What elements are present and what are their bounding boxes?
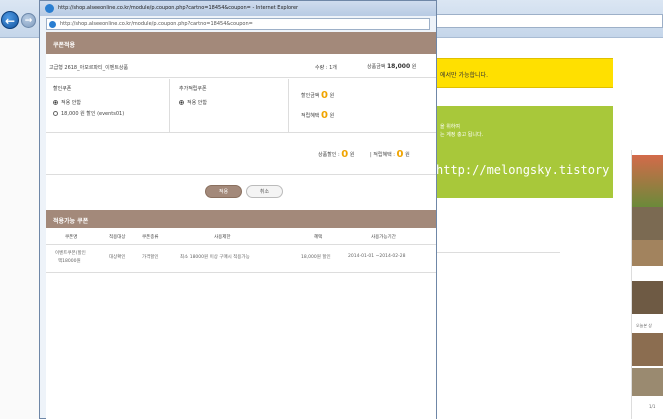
discount-option-events01[interactable]: 18,000 원 할인 (events01)	[53, 110, 124, 117]
ie-icon	[45, 4, 54, 13]
radio-unselected-icon[interactable]	[53, 111, 58, 116]
background-promo-box: 을 위하여 는 계정 충고 됩니다. http://melongsky.tist…	[436, 106, 613, 198]
background-promo-line1: 을 위하여	[440, 124, 460, 130]
discount-coupon-section: 할인쿠폰 적용 안함 18,000 원 할인 (events01)	[46, 79, 170, 133]
window-title-bar[interactable]: http://shop.alseeonline.co.kr/module/p.c…	[40, 1, 436, 16]
extra-option-none[interactable]: 적용 안함	[179, 99, 207, 106]
column-header: 혜택	[314, 235, 323, 240]
page-icon	[49, 21, 56, 28]
price-value: 18,000	[387, 63, 411, 70]
window-title: http://shop.alseeonline.co.kr/module/p.c…	[58, 5, 299, 11]
coupon-benefit: 18,000원 할인	[301, 255, 331, 260]
radio-selected-icon[interactable]	[53, 100, 58, 105]
popup-address-bar[interactable]: http://shop.alseeonline.co.kr/module/p.c…	[46, 18, 430, 30]
coupon-options: 할인쿠폰 적용 안함 18,000 원 할인 (events01) 추가적립쿠폰…	[46, 79, 436, 133]
coupon-target[interactable]: 대상확인	[109, 254, 126, 260]
column-header: 적용대상	[109, 235, 126, 240]
background-notice-banner: 에서만 가능합니다.	[436, 58, 613, 88]
points-benefit-total: | 적립혜택 : 0 원	[370, 149, 410, 160]
cancel-button[interactable]: 취소	[246, 185, 283, 198]
product-discount-value: 0	[341, 149, 349, 160]
price-label: 상품금액	[367, 64, 386, 70]
product-name: 고급형 2618_아모르파티_이벤트상품	[49, 65, 129, 71]
points-amount-value: 0	[321, 110, 328, 121]
apply-button[interactable]: 적용	[205, 185, 242, 198]
coupon-apply-header: 쿠폰적용	[46, 32, 436, 54]
forward-arrow-icon[interactable]: →	[21, 13, 36, 28]
coupon-period: 2014-01-01 ~2014-02-28	[348, 254, 406, 259]
total-summary-row: 상품할인 : 0 원 | 적립혜택 : 0 원	[46, 133, 436, 175]
column-header: 쿠폰종류	[142, 235, 159, 240]
coupon-table-header: 쿠폰명 적용대상 쿠폰종류 사용제한 혜택 사용가능기간	[46, 228, 436, 245]
available-coupons-header: 적용가능 쿠폰	[46, 210, 436, 228]
points-amount: 적립혜택 0 원	[301, 110, 335, 121]
discount-coupon-label: 할인쿠폰	[53, 86, 72, 92]
points-benefit-value: 0	[396, 149, 404, 160]
sidebar-thumbnail[interactable]	[632, 240, 663, 266]
background-address-bar[interactable]	[436, 14, 663, 28]
popup-content: 쿠폰적용 고급형 2618_아모르파티_이벤트상품 수량 : 1개 상품금액 1…	[46, 32, 436, 419]
coupon-restriction: 최소 18000원 이상 구매시 적용가능	[180, 255, 250, 260]
table-row[interactable]: 이벤트쿠폰(할인 액18000원 대상확인 가격할인 최소 18000원 이상 …	[46, 245, 436, 273]
available-coupons-title: 적용가능 쿠폰	[53, 218, 89, 225]
radio-selected-icon[interactable]	[179, 100, 184, 105]
background-panel	[436, 252, 560, 419]
discount-amount-value: 0	[321, 90, 328, 101]
sidebar-recent-label: 오늘본 상	[636, 323, 652, 328]
discount-amount: 할인금액 0 원	[301, 90, 335, 101]
product-quantity: 수량 : 1개	[315, 65, 337, 71]
column-header: 사용가능기간	[371, 235, 396, 240]
coupon-apply-title: 쿠폰적용	[53, 42, 76, 49]
back-arrow-icon[interactable]: ←	[1, 11, 19, 29]
discount-summary-section: 할인금액 0 원 적립혜택 0 원	[289, 79, 436, 133]
discount-option-none[interactable]: 적용 안함	[53, 99, 81, 106]
coupon-popup-window: http://shop.alseeonline.co.kr/module/p.c…	[39, 0, 437, 419]
sidebar-thumbnail[interactable]	[632, 333, 663, 366]
column-header: 쿠폰명	[65, 235, 78, 240]
product-discount-total: 상품할인 : 0 원	[318, 149, 355, 160]
sidebar-page-indicator: 1/1	[649, 404, 656, 409]
column-header: 사용제한	[214, 235, 231, 240]
coupon-name-line1: 이벤트쿠폰(할인	[55, 251, 86, 256]
sidebar-thumbnail[interactable]	[632, 207, 663, 240]
sidebar-thumbnail[interactable]	[632, 281, 663, 314]
sidebar-thumbnail[interactable]	[632, 155, 663, 207]
watermark-url: http://melongsky.tistory	[436, 163, 610, 177]
sidebar-thumbnail[interactable]	[632, 368, 663, 396]
popup-url: http://shop.alseeonline.co.kr/module/p.c…	[60, 21, 253, 27]
extra-coupon-section: 추가적립쿠폰 적용 안함	[170, 79, 289, 133]
coupon-name-line2: 액18000원	[58, 259, 81, 264]
coupon-type: 가격할인	[142, 255, 159, 260]
extra-coupon-label: 추가적립쿠폰	[179, 86, 207, 92]
product-price: 상품금액 18,000 원	[367, 63, 416, 70]
price-unit: 원	[411, 64, 417, 70]
background-notice-text: 에서만 가능합니다.	[440, 72, 488, 79]
background-promo-line2: 는 계정 충고 됩니다.	[440, 132, 484, 138]
product-row: 고급형 2618_아모르파티_이벤트상품 수량 : 1개 상품금액 18,000…	[46, 54, 436, 78]
